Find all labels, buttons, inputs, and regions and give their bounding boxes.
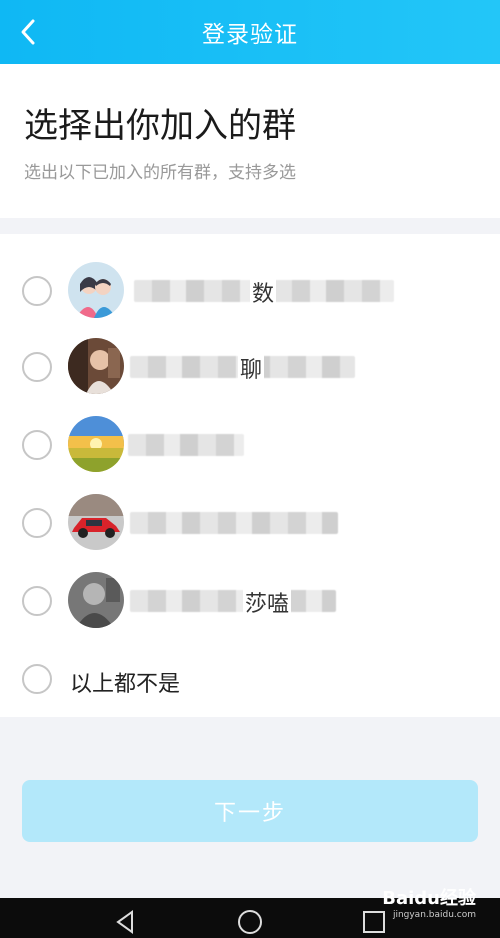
group-name-redacted <box>130 590 336 612</box>
group-avatar-couple <box>68 262 124 318</box>
watermark-url: jingyan.baidu.com <box>392 910 476 920</box>
watermark-brand: Baidu经验 <box>382 888 476 909</box>
page-title: 登录验证 <box>202 22 298 48</box>
group-name-fragment: 莎嗑 <box>243 586 292 618</box>
group-option-2[interactable]: 聊 <box>0 330 500 408</box>
group-option-1[interactable]: 数 <box>0 252 500 330</box>
next-step-button[interactable]: 下一步 <box>22 780 478 842</box>
group-list: 数 聊 莎嗑 以上都不是 <box>0 234 500 717</box>
top-bar: 登录验证 <box>0 0 500 64</box>
group-avatar-sunset <box>68 416 124 472</box>
intro-section: 选择出你加入的群 选出以下已加入的所有群，支持多选 <box>0 64 500 218</box>
group-name-redacted <box>130 512 338 534</box>
baidu-watermark: Baidu经验 jingyan.baidu.com <box>382 884 476 920</box>
none-of-above-option[interactable]: 以上都不是 <box>0 642 500 720</box>
radio-button[interactable] <box>22 276 52 306</box>
group-name-redacted <box>128 434 244 456</box>
radio-button[interactable] <box>22 508 52 538</box>
group-name-fragment: 数 <box>250 276 277 308</box>
group-name-fragment: 聊 <box>238 352 265 384</box>
radio-button[interactable] <box>22 586 52 616</box>
back-button[interactable] <box>10 14 46 50</box>
question-subtitle: 选出以下已加入的所有群，支持多选 <box>24 163 296 183</box>
nav-back-icon[interactable] <box>114 908 136 936</box>
group-option-5[interactable]: 莎嗑 <box>0 564 500 642</box>
radio-button[interactable] <box>22 352 52 382</box>
chevron-left-icon <box>21 19 35 45</box>
group-option-3[interactable] <box>0 408 500 486</box>
nav-home-icon[interactable] <box>236 908 264 936</box>
group-avatar-photo <box>68 338 124 394</box>
question-title: 选择出你加入的群 <box>24 106 296 146</box>
group-option-4[interactable] <box>0 486 500 564</box>
radio-button[interactable] <box>22 664 52 694</box>
radio-button[interactable] <box>22 430 52 460</box>
group-avatar-car <box>68 494 124 550</box>
section-divider <box>0 218 500 234</box>
group-avatar-grayscale <box>68 572 124 628</box>
none-of-above-label: 以上都不是 <box>70 672 181 697</box>
